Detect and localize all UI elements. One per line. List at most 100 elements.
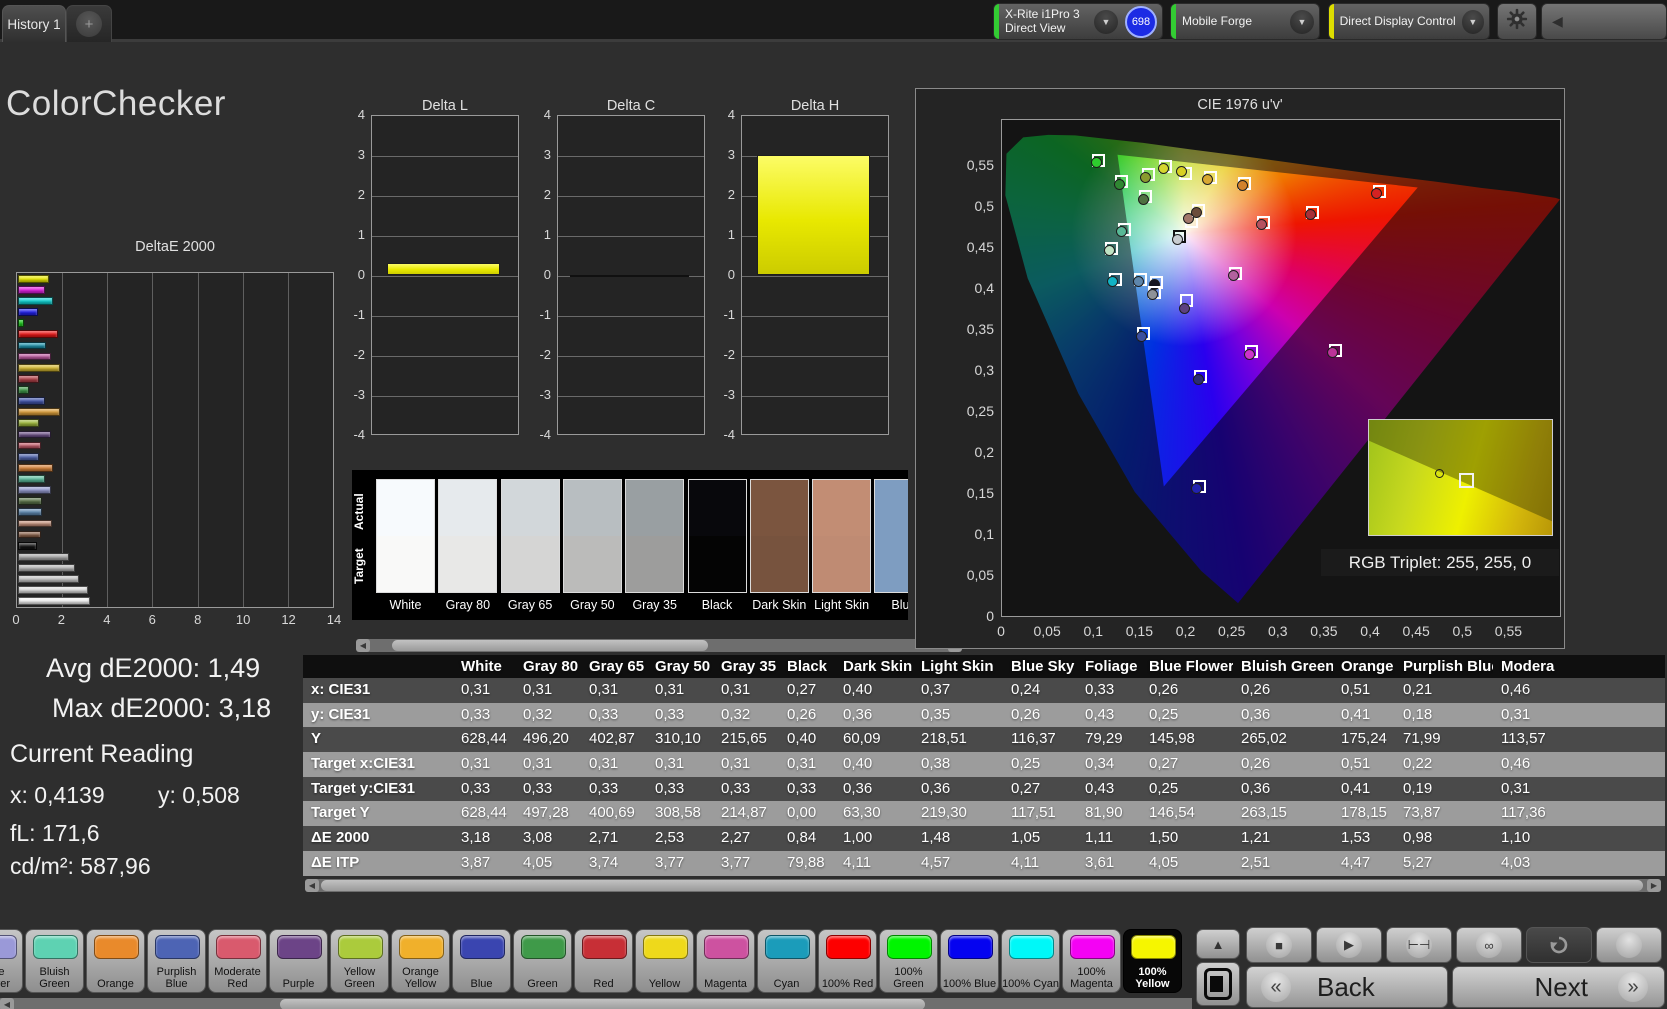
y-tick-label: -2 — [539, 347, 551, 362]
table-cell: 0,84 — [787, 829, 817, 847]
swatch-gray-50[interactable] — [562, 479, 622, 593]
deltae-bar-row — [17, 407, 333, 418]
patch-button-100-green[interactable]: 100% Green — [879, 929, 938, 993]
table-cell: 4,57 — [921, 853, 951, 871]
transport-play-button[interactable]: ▶ — [1316, 927, 1382, 963]
transport-infinity-button[interactable]: ∞ — [1456, 927, 1522, 963]
table-cell: 0,33 — [461, 705, 491, 723]
scroll-up-button[interactable]: ▲ — [1196, 929, 1240, 959]
swatch-gray-35[interactable] — [625, 479, 685, 593]
swatch-scrollbar[interactable]: ◀ ▶ — [356, 639, 962, 652]
table-cell: 215,65 — [721, 730, 767, 748]
patch-row-scrollbar[interactable]: ◀ — [0, 998, 1192, 1009]
measured-point-marker — [1147, 288, 1159, 300]
patch-button-green[interactable]: Green — [513, 929, 572, 993]
swatch-gray-80[interactable] — [438, 479, 498, 593]
table-scrollbar-thumb[interactable] — [321, 880, 1643, 891]
measured-point-marker — [1304, 209, 1316, 221]
next-button[interactable]: Next » — [1452, 966, 1665, 1008]
tab-history-1[interactable]: History 1 — [2, 5, 66, 42]
patch-label: Cyan — [773, 978, 800, 990]
swatch-scrollbar-thumb[interactable] — [392, 640, 708, 651]
deltae-bar-row — [17, 373, 333, 384]
transport-range-button[interactable]: ⊢⊣ — [1386, 927, 1452, 963]
patch-button-red[interactable]: Red — [574, 929, 633, 993]
chevron-down-icon[interactable]: ▼ — [1461, 9, 1484, 34]
settings-button[interactable] — [1497, 3, 1537, 40]
patch-button-100-magenta[interactable]: 100% Magenta — [1062, 929, 1121, 993]
swatch-black[interactable] — [687, 479, 747, 593]
rgb-triplet-label: RGB Triplet: 255, 255, 0 — [1321, 549, 1559, 576]
up-arrow-icon: ▲ — [1211, 936, 1225, 952]
row-label: Y — [311, 730, 322, 748]
scroll-left-icon[interactable]: ◀ — [356, 639, 370, 652]
back-button[interactable]: « Back — [1246, 966, 1448, 1008]
column-header: White — [461, 658, 502, 675]
meter-dropdown[interactable]: X-Rite i1Pro 3 Direct View ▼ 698 — [993, 3, 1163, 40]
x-tick-label: 12 — [281, 612, 296, 627]
table-scrollbar[interactable]: ◀ ▶ — [305, 879, 1661, 892]
deltae-bar — [18, 386, 29, 394]
patch-color-chip — [277, 935, 322, 959]
swatch-white[interactable] — [376, 479, 435, 593]
patch-button-cyan[interactable]: Cyan — [757, 929, 816, 993]
table-cell: 0,33 — [1085, 681, 1115, 698]
measured-point-marker — [1090, 156, 1102, 168]
swatch-blue[interactable] — [874, 479, 908, 593]
row-label: x: CIE31 — [311, 681, 371, 698]
source-dropdown[interactable]: Mobile Forge ▼ — [1170, 3, 1320, 40]
patch-button-blue-flower[interactable]: Blue Flower — [0, 929, 23, 993]
table-cell: 0,36 — [1241, 705, 1271, 723]
deltae-bar — [18, 352, 52, 361]
swatch-gray-65[interactable] — [500, 479, 560, 593]
reading-x: x: 0,4139 — [10, 782, 105, 808]
transport-stop-button[interactable]: ■ — [1246, 927, 1312, 963]
gridline — [558, 196, 704, 197]
window-pattern-icon — [1204, 968, 1232, 1000]
scroll-left-icon[interactable]: ◀ — [0, 998, 14, 1009]
chevron-down-icon[interactable]: ▼ — [1290, 9, 1314, 34]
patch-button-bluish-green[interactable]: Bluish Green — [25, 929, 84, 993]
patch-scrollbar-thumb[interactable] — [280, 999, 925, 1009]
patch-button-100-cyan[interactable]: 100% Cyan — [1001, 929, 1060, 993]
swatch-light-skin[interactable] — [812, 479, 872, 593]
patch-button-purple[interactable]: Purple — [269, 929, 328, 993]
swatch-target — [626, 536, 684, 592]
patch-button-100-yellow[interactable]: 100% Yellow — [1123, 929, 1182, 993]
display-control-dropdown[interactable]: Direct Display Control ▼ — [1328, 3, 1490, 40]
table-cell: 0,31 — [461, 755, 491, 773]
transport-refresh-button[interactable] — [1526, 927, 1592, 963]
swatch-dark-skin[interactable] — [749, 479, 809, 593]
y-tick-label: 0,55 — [966, 156, 994, 173]
scroll-right-icon[interactable]: ▶ — [1647, 879, 1661, 892]
patch-button-orange[interactable]: Orange — [86, 929, 145, 993]
patch-button-orange-yellow[interactable]: Orange Yellow — [391, 929, 450, 993]
table-cell: 178,15 — [1341, 804, 1387, 822]
patch-button-moderate-red[interactable]: Moderate Red — [208, 929, 267, 993]
patch-button-100-red[interactable]: 100% Red — [818, 929, 877, 993]
patch-button-magenta[interactable]: Magenta — [696, 929, 755, 993]
deltae-bar — [18, 575, 80, 583]
deltae-bar — [18, 508, 42, 517]
patch-button-yellow[interactable]: Yellow — [635, 929, 694, 993]
table-cell: 3,74 — [589, 853, 619, 871]
patch-button-yellow-green[interactable]: Yellow Green — [330, 929, 389, 993]
patch-button-purplish-blue[interactable]: Purplish Blue — [147, 929, 206, 993]
pattern-window-button[interactable] — [1196, 962, 1240, 1006]
next-label: Next — [1534, 971, 1588, 1002]
deltae-bar — [18, 297, 54, 305]
swatch-label: Gray 65 — [507, 598, 553, 612]
column-header: Bluish Green — [1241, 658, 1333, 675]
table-cell: 0,18 — [1403, 705, 1433, 723]
transport-none-button[interactable] — [1596, 927, 1662, 963]
x-tick-label: 0 — [997, 623, 1005, 639]
patch-button-blue[interactable]: Blue — [452, 929, 511, 993]
add-tab-button[interactable]: + — [66, 5, 112, 42]
table-cell: 0,33 — [461, 779, 491, 797]
scroll-left-icon[interactable]: ◀ — [305, 879, 319, 892]
chevron-down-icon[interactable]: ▼ — [1094, 9, 1118, 34]
patch-label: Purplish Blue — [156, 966, 197, 990]
collapse-panel-button[interactable]: ◀ — [1541, 3, 1667, 40]
table-cell: 0,31 — [589, 681, 619, 698]
patch-button-100-blue[interactable]: 100% Blue — [940, 929, 999, 993]
